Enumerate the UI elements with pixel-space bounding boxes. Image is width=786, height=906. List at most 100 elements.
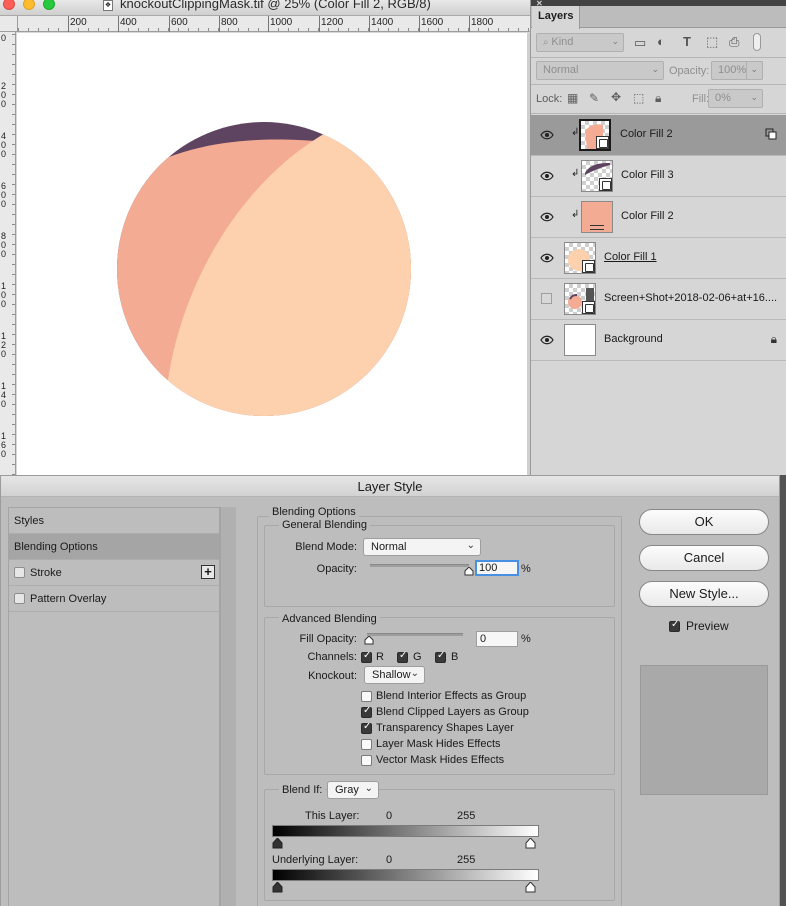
underlying-black-slider[interactable] [272,882,283,893]
lock-transparent-icon[interactable]: ▦ [567,91,578,105]
lock-artboard-icon[interactable]: ⬚ [633,91,644,105]
eye-icon[interactable] [540,333,554,347]
eye-icon[interactable] [540,128,554,142]
ruler-label: 200 [70,17,87,28]
fill-opacity-slider-thumb[interactable] [364,636,374,645]
this-layer-black-slider[interactable] [272,838,283,849]
layer-name[interactable]: Color Fill 3 [621,169,674,181]
styles-list-header[interactable]: Styles [9,508,219,534]
layer-row-color-fill-2-top[interactable]: ↲ Color Fill 2 [531,115,786,156]
vertical-ruler[interactable]: 0 2 0 0 4 0 0 6 0 0 8 0 0 1 0 0 1 2 0 1 … [0,32,16,475]
blend-if-select[interactable]: Gray ⌄ [327,781,379,799]
layer-row-color-fill-2[interactable]: ↲ Color Fill 2 [531,197,786,238]
underlying-white-slider[interactable] [525,882,536,893]
preview-checkbox[interactable] [669,619,680,632]
layer-mask-hides-effects-checkbox[interactable] [361,739,372,750]
layer-blend-mode-select[interactable]: Normal ⌄ [536,61,664,80]
layer-thumbnail[interactable] [581,201,613,233]
layer-name[interactable]: Background [604,333,663,345]
layer-thumbnail[interactable] [564,283,596,315]
filter-toggle-icon[interactable] [753,33,761,51]
ruler-label: 1200 [321,17,344,28]
blend-if-value: Gray [335,784,359,796]
blend-mode-select[interactable]: Normal ⌄ [363,538,481,556]
style-preview-swatch [640,665,768,795]
layer-name[interactable]: Color Fill 1 [604,251,657,263]
eye-icon[interactable] [540,251,554,265]
styles-list-scrollbar[interactable] [220,507,236,906]
vector-mask-hides-effects-checkbox[interactable] [361,755,372,766]
layer-row-color-fill-3[interactable]: ↲ Color Fill 3 [531,156,786,197]
layer-row-background[interactable]: Background 🔒︎ [531,320,786,361]
adjustment-filter-icon[interactable]: ◐ [657,34,665,49]
blend-clipped-layers-checkbox[interactable] [361,705,372,718]
ruler-label: 1 0 0 [1,281,7,309]
shape-filter-icon[interactable]: ⬚ [706,34,718,50]
layer-thumbnail[interactable] [579,119,611,151]
this-layer-max: 255 [457,810,476,822]
channel-b-checkbox[interactable] [435,650,446,663]
layer-row-color-fill-1[interactable]: Color Fill 1 [531,238,786,279]
cancel-button[interactable]: Cancel [639,545,769,571]
smart-object-filter-icon[interactable]: ⎙ [729,34,739,50]
lock-brush-icon[interactable]: ✎ [589,91,599,105]
ruler-label: 0 [1,33,7,43]
style-item-pattern-overlay[interactable]: Pattern Overlay [9,586,219,612]
document-titlebar: ❖ knockoutClippingMask.tif @ 25% (Color … [0,0,530,16]
this-layer-white-slider[interactable] [525,838,536,849]
ruler-label: 8 0 0 [1,231,7,259]
stroke-checkbox[interactable] [14,567,25,578]
style-item-stroke[interactable]: Stroke + [9,560,219,586]
ok-button[interactable]: OK [639,509,769,535]
lock-icon[interactable]: 🔒︎ [771,332,777,347]
clipping-arrow-icon: ↲ [571,209,580,220]
close-icon[interactable]: ✕ [536,0,543,8]
style-item-blending-options[interactable]: Blending Options [9,534,219,560]
layer-name[interactable]: Color Fill 2 [620,128,673,140]
visibility-toggle[interactable] [541,293,552,304]
add-stroke-button[interactable]: + [201,565,215,579]
channel-r-checkbox[interactable] [361,650,372,663]
fill-opacity-slider-track[interactable] [367,633,463,636]
layer-row-screenshot[interactable]: Screen+Shot+2018-02-06+at+16.... [531,279,786,320]
layer-thumbnail[interactable] [564,324,596,356]
image-filter-icon[interactable]: ▭ [634,35,646,51]
fill-opacity-label: Fill Opacity: [299,633,357,645]
opacity-dropdown[interactable]: ⌄ [746,61,763,80]
kind-filter-select[interactable]: ⌕ Kind ⌄ [536,33,624,52]
chevron-down-icon: ⌄ [750,92,758,102]
tab-layers-label: Layers [538,10,574,22]
eye-icon[interactable] [540,210,554,224]
pattern-overlay-checkbox[interactable] [14,593,25,604]
new-style-button[interactable]: New Style... [639,581,769,607]
layer-thumbnail[interactable] [564,242,596,274]
document-canvas[interactable] [17,33,527,475]
opacity-field-value: 100 [479,562,498,574]
blend-interior-effects-checkbox[interactable] [361,691,372,702]
minimize-window-button[interactable] [23,0,35,10]
ruler-label: 1 6 0 [1,431,7,459]
fill-opacity-field[interactable]: 0 [476,631,518,647]
layer-thumbnail[interactable] [581,160,613,192]
opacity-slider-track[interactable] [370,564,469,567]
close-window-button[interactable] [3,0,15,10]
lock-all-icon[interactable]: 🔒︎ [655,91,661,106]
ruler-corner[interactable] [0,16,18,32]
layer-name[interactable]: Color Fill 2 [621,210,674,222]
layer-fill-field[interactable]: 0% ⌄ [708,89,763,108]
transparency-shapes-checkbox[interactable] [361,721,372,734]
type-filter-icon[interactable]: T [683,34,691,49]
tab-layers[interactable]: ✕ Layers [532,0,580,29]
horizontal-ruler[interactable]: 200 400 600 800 1000 1200 1400 1600 1800 [18,16,530,32]
advanced-blending-title: Advanced Blending [279,613,380,625]
channel-g-checkbox[interactable] [397,650,408,663]
maximize-window-button[interactable] [43,0,55,10]
opacity-slider-thumb[interactable] [464,567,474,576]
lock-position-icon[interactable]: ✥ [611,90,621,104]
knockout-select[interactable]: Shallow ⌄ [364,666,425,684]
layer-name[interactable]: Screen+Shot+2018-02-06+at+16.... [604,292,777,304]
fill-layer-icon [599,178,612,191]
chevron-down-icon: ⌄ [466,540,475,551]
eye-icon[interactable] [540,169,554,183]
opacity-field[interactable]: 100 [475,560,519,576]
